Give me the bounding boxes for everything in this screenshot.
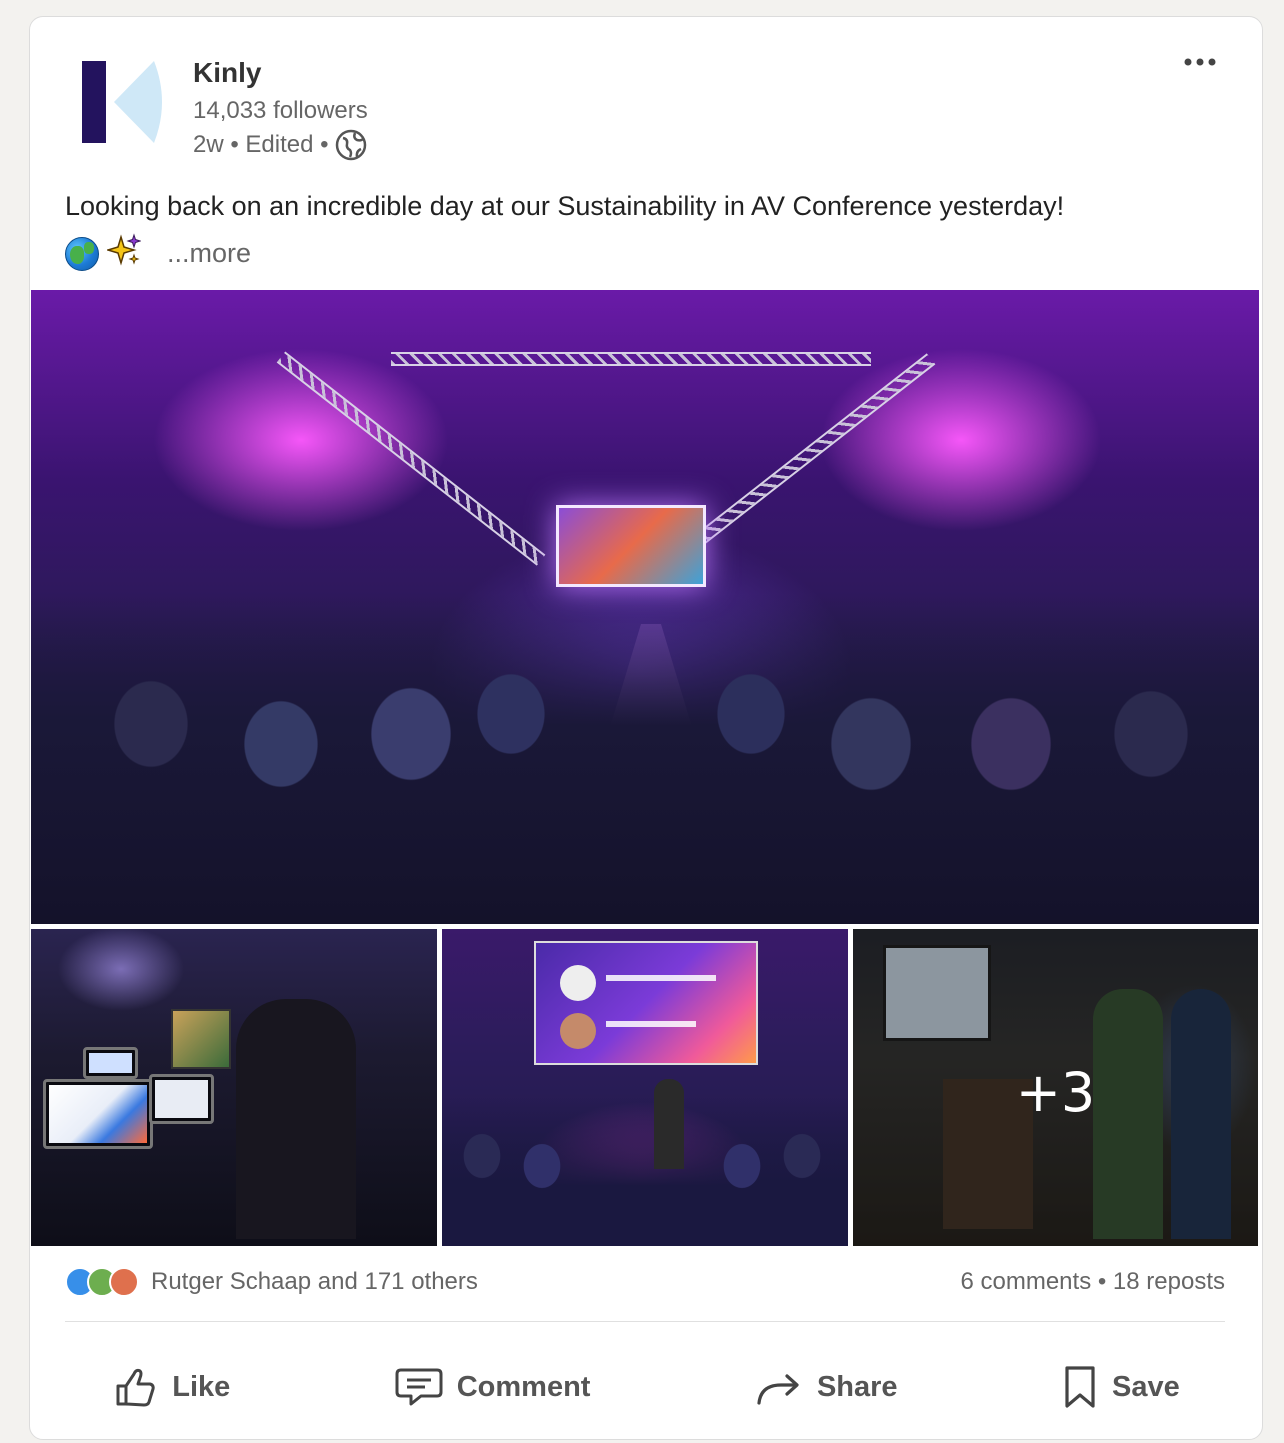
globe-earth-emoji xyxy=(65,236,99,271)
thumbs-up-icon xyxy=(116,1368,155,1407)
post-image-2[interactable] xyxy=(31,929,437,1246)
action-bar: Like Comment Share Save xyxy=(30,1347,1262,1427)
operator xyxy=(236,999,356,1239)
laptop xyxy=(43,1079,153,1149)
save-label: Save xyxy=(1112,1370,1180,1403)
monitor-wall xyxy=(171,1009,231,1069)
presentation-slide xyxy=(534,941,758,1065)
post-timestamp: 2w • Edited • xyxy=(193,131,329,158)
love-reaction-icon xyxy=(109,1267,139,1297)
stage-screen xyxy=(556,505,706,587)
audience xyxy=(442,1096,848,1246)
more-options-icon[interactable] xyxy=(1180,47,1220,77)
divider xyxy=(65,1321,1225,1322)
post-image-3[interactable] xyxy=(442,929,848,1246)
globe-icon xyxy=(335,129,367,161)
post-image-main[interactable] xyxy=(31,290,1259,924)
like-button[interactable]: Like xyxy=(112,1364,230,1410)
reactions-text[interactable]: Rutger Schaap and 171 others xyxy=(151,1268,478,1296)
follower-count: 14,033 followers xyxy=(193,97,368,124)
share-arrow-icon xyxy=(757,1374,799,1405)
social-counts: Rutger Schaap and 171 others 6 comments … xyxy=(65,1267,1225,1297)
laptop xyxy=(83,1047,138,1079)
company-logo[interactable] xyxy=(66,41,176,151)
bookmark-icon xyxy=(1065,1366,1095,1408)
comments-reposts-count[interactable]: 6 comments • 18 reposts xyxy=(960,1268,1225,1296)
post-text: Looking back on an incredible day at our… xyxy=(65,191,1065,221)
laptop xyxy=(149,1074,214,1124)
reactions-summary[interactable]: Rutger Schaap and 171 others xyxy=(65,1267,478,1297)
comment-button[interactable]: Comment xyxy=(395,1366,591,1408)
lighting-truss xyxy=(391,352,871,366)
comment-icon xyxy=(395,1368,443,1406)
comment-label: Comment xyxy=(456,1370,591,1403)
post-text-continued: ...more xyxy=(65,233,251,274)
audience xyxy=(31,594,1259,924)
lighting-truss xyxy=(666,353,936,568)
lighting-truss xyxy=(276,351,546,566)
post-card: Kinly 14,033 followers 2w • Edited • Loo… xyxy=(29,16,1263,1440)
save-button[interactable]: Save xyxy=(1062,1365,1180,1409)
share-button[interactable]: Share xyxy=(755,1367,898,1407)
post-image-4[interactable]: +3 xyxy=(853,929,1258,1246)
like-label: Like xyxy=(172,1370,231,1403)
see-more-link[interactable]: ...more xyxy=(167,238,251,269)
more-images-count[interactable]: +3 xyxy=(853,1061,1258,1124)
share-label: Share xyxy=(816,1370,898,1403)
speaker xyxy=(654,1079,684,1169)
author-name[interactable]: Kinly xyxy=(193,57,261,89)
post-meta: 2w • Edited • xyxy=(193,129,367,161)
sparkles-emoji xyxy=(105,233,142,274)
